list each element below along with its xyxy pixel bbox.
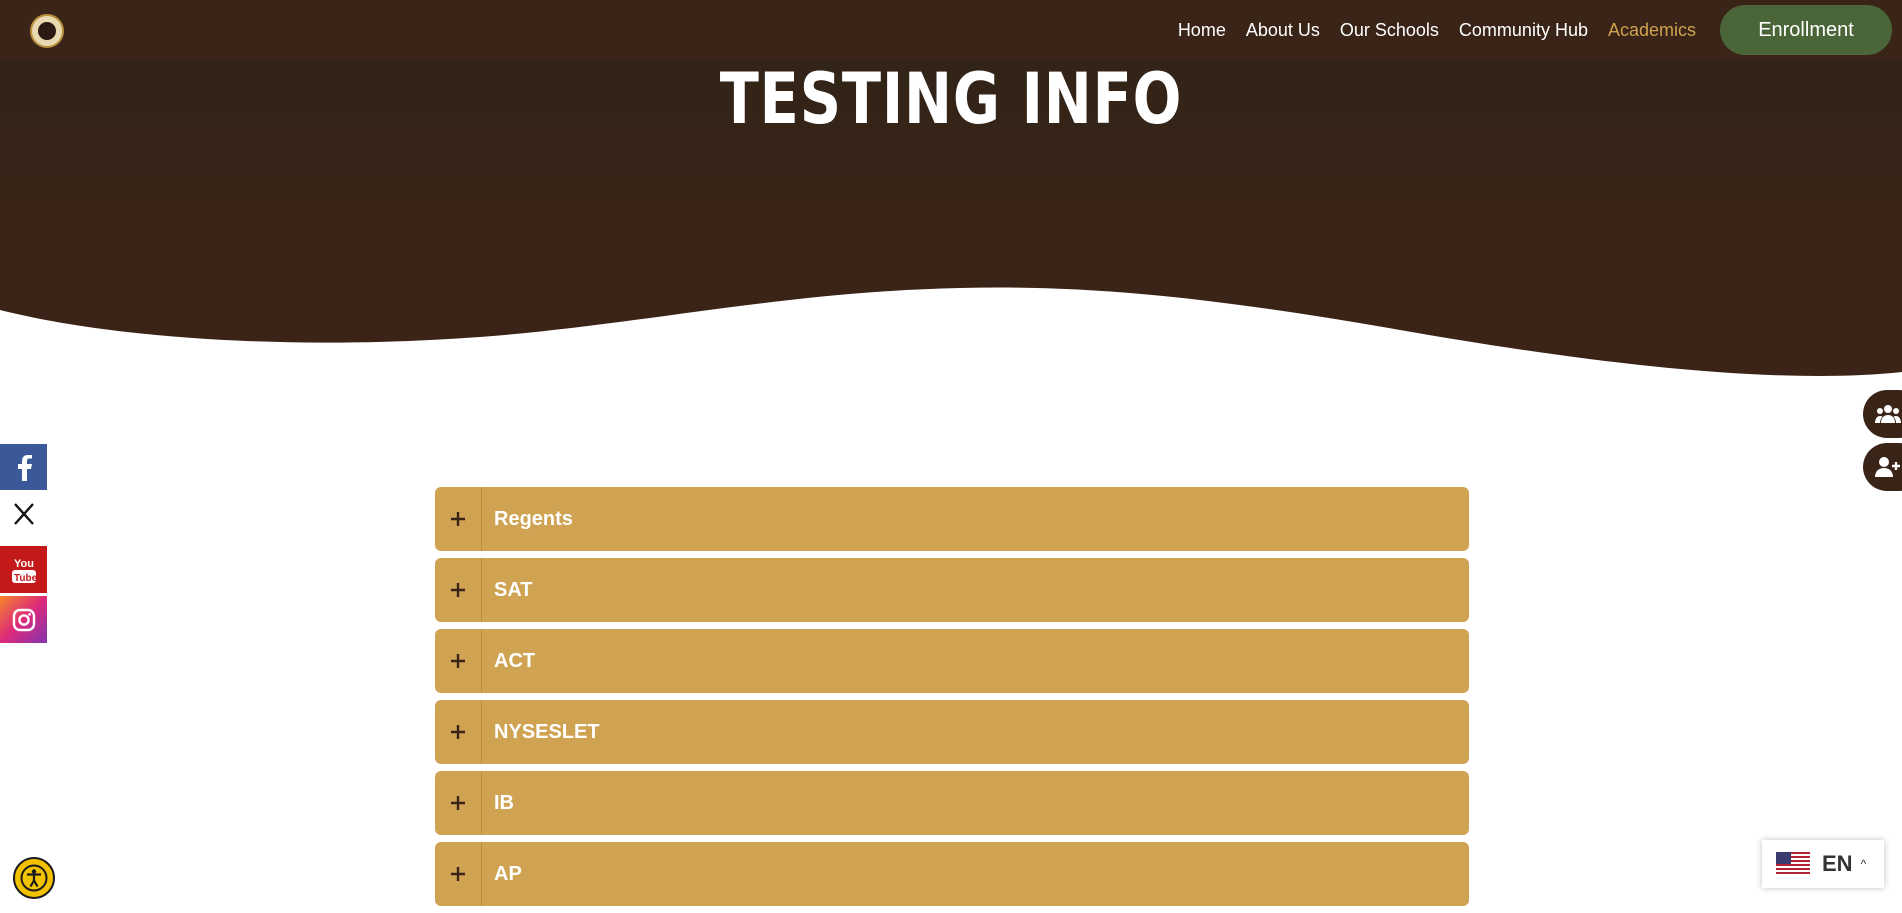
page-title: TESTING INFO	[719, 58, 1183, 140]
instagram-link[interactable]	[0, 596, 47, 643]
enrollment-button[interactable]: Enrollment	[1720, 5, 1892, 55]
svg-text:Tube: Tube	[14, 573, 37, 584]
svg-text:You: You	[14, 558, 34, 570]
accordion-item-ap[interactable]: AP	[435, 842, 1469, 906]
plus-icon[interactable]	[435, 629, 482, 693]
facebook-link[interactable]	[0, 444, 47, 491]
nav-our-schools[interactable]: Our Schools	[1340, 20, 1439, 41]
add-user-icon	[1875, 457, 1900, 477]
accordion-item-regents[interactable]: Regents	[435, 487, 1469, 551]
instagram-icon	[12, 608, 35, 631]
nav-home[interactable]: Home	[1178, 20, 1226, 41]
language-selector[interactable]: EN ^	[1762, 840, 1884, 888]
plus-icon[interactable]	[435, 700, 482, 764]
accordion-title: IB	[494, 791, 514, 814]
accordion-title: ACT	[494, 649, 536, 672]
plus-icon[interactable]	[435, 487, 482, 551]
accordion-title: AP	[494, 862, 522, 885]
youtube-icon: You Tube	[11, 558, 37, 584]
top-navbar: Home About Us Our Schools Community Hub …	[0, 0, 1902, 60]
add-user-button[interactable]	[1863, 443, 1902, 491]
school-seal-logo[interactable]	[30, 14, 64, 48]
accordion-title: Regents	[494, 507, 573, 530]
plus-icon[interactable]	[435, 771, 482, 835]
nav-academics[interactable]: Academics	[1608, 20, 1696, 41]
x-link[interactable]	[0, 490, 47, 537]
x-icon	[13, 502, 34, 525]
chevron-up-icon: ^	[1860, 857, 1867, 871]
accordion-title: SAT	[494, 578, 533, 601]
community-button[interactable]	[1863, 390, 1902, 438]
accordion-item-act[interactable]: ACT	[435, 629, 1469, 693]
us-flag-icon	[1776, 852, 1810, 876]
facebook-icon	[17, 454, 32, 481]
accordion-item-nyseslet[interactable]: NYSESLET	[435, 700, 1469, 764]
logo-emblem	[38, 22, 56, 40]
nav-about-us[interactable]: About Us	[1246, 20, 1320, 41]
plus-icon[interactable]	[435, 558, 482, 622]
youtube-link[interactable]: You Tube	[0, 546, 47, 593]
accordion-item-ib[interactable]: IB	[435, 771, 1469, 835]
accordion-title: NYSESLET	[494, 720, 600, 743]
language-code: EN	[1822, 851, 1853, 876]
testing-accordion: Regents SAT ACT NYSESLET IB AP	[435, 487, 1469, 913]
community-icon	[1875, 405, 1901, 423]
plus-icon[interactable]	[435, 842, 482, 906]
main-menu: Home About Us Our Schools Community Hub …	[1158, 0, 1696, 60]
accessibility-icon	[20, 864, 48, 892]
accordion-item-sat[interactable]: SAT	[435, 558, 1469, 622]
nav-community-hub[interactable]: Community Hub	[1459, 20, 1588, 41]
accessibility-button[interactable]	[13, 857, 55, 899]
